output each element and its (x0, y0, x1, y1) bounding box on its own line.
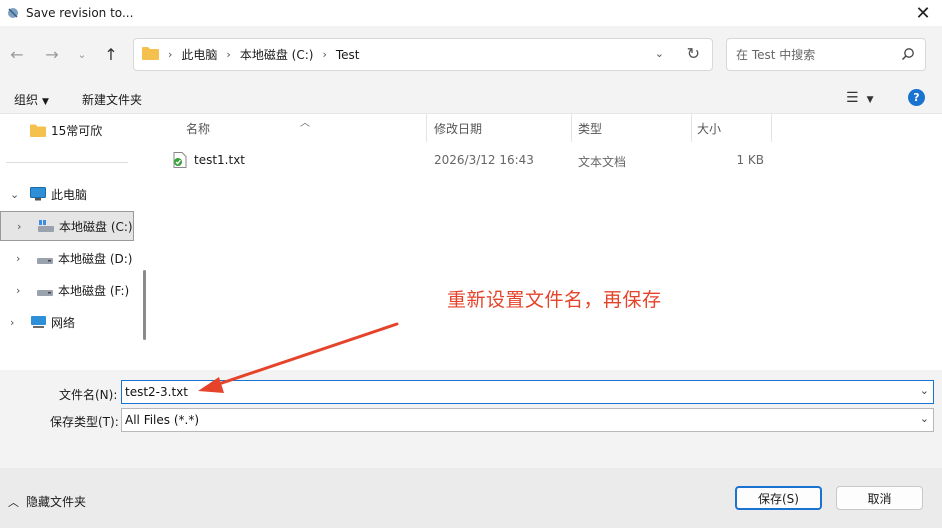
forward-arrow-icon[interactable]: → (40, 43, 64, 65)
dialog-footer: ︿ 隐藏文件夹 保存(S) 取消 (0, 468, 942, 528)
navigation-bar: ← → ⌄ ↑ › 此电脑 › 本地磁盘 (C:) › Test ⌄ ↻ (0, 26, 942, 82)
list-view-icon: ☰ (846, 90, 859, 106)
column-separator[interactable] (426, 114, 427, 142)
help-icon[interactable]: ? (908, 89, 925, 106)
sidebar-item-network[interactable]: › 网络 (0, 307, 134, 337)
app-icon (6, 6, 20, 20)
refresh-icon[interactable]: ↻ (687, 44, 700, 63)
column-separator[interactable] (771, 114, 772, 142)
address-dropdown-chevron-icon[interactable]: ⌄ (655, 47, 664, 60)
sidebar-divider (6, 162, 128, 163)
cancel-button[interactable]: 取消 (836, 486, 923, 510)
filename-combobox[interactable]: ⌄ (121, 380, 934, 404)
column-separator[interactable] (571, 114, 572, 142)
system-drive-icon (37, 219, 55, 233)
folder-icon (30, 124, 46, 137)
search-box[interactable] (726, 38, 926, 71)
file-modified: 2026/3/12 16:43 (434, 153, 534, 167)
folder-icon (142, 46, 159, 63)
save-button[interactable]: 保存(S) (735, 486, 822, 510)
organize-menu[interactable]: 组织 ▼ (14, 91, 49, 108)
address-bar[interactable]: › 此电脑 › 本地磁盘 (C:) › Test ⌄ ↻ (133, 38, 713, 71)
window-title: Save revision to... (26, 6, 134, 20)
view-options-button[interactable]: ☰ ▼ (846, 90, 873, 106)
file-row[interactable]: test1.txt 2026/3/12 16:43 文本文档 1 KB (171, 148, 791, 172)
breadcrumb-separator: › (322, 48, 327, 61)
column-header-size[interactable]: 大小 (697, 114, 721, 142)
organize-label: 组织 (14, 93, 39, 107)
chevron-right-icon[interactable]: › (16, 284, 20, 297)
file-list: ︿ 名称 修改日期 类型 大小 test1.txt 2026/3/12 16:4… (151, 114, 942, 370)
file-name: test1.txt (194, 153, 246, 167)
chevron-right-icon[interactable]: › (17, 220, 21, 233)
breadcrumb-drive-c[interactable]: 本地磁盘 (C:) (240, 46, 314, 63)
command-bar: 组织 ▼ 新建文件夹 ☰ ▼ ? (0, 82, 942, 114)
filetype-select[interactable]: All Files (*.*) ⌄ (121, 408, 934, 432)
breadcrumb-test[interactable]: Test (336, 48, 360, 62)
sidebar-item-label: 本地磁盘 (F:) (58, 283, 130, 298)
close-button[interactable]: ✕ (912, 2, 934, 24)
column-header-name[interactable]: 名称 (186, 114, 210, 142)
chevron-down-icon[interactable]: ⌄ (920, 412, 929, 425)
sidebar-item-pinned-folder[interactable]: 15常可欣 (0, 115, 134, 145)
sidebar-item-label: 网络 (51, 315, 76, 330)
computer-icon (30, 187, 46, 201)
sidebar-item-label: 15常可欣 (51, 123, 103, 138)
breadcrumb-separator: › (168, 48, 173, 61)
column-separator[interactable] (691, 114, 692, 142)
recent-locations-chevron-icon[interactable]: ⌄ (70, 43, 94, 65)
file-size: 1 KB (736, 153, 764, 167)
chevron-down-icon[interactable]: ⌄ (920, 384, 929, 397)
up-arrow-icon[interactable]: ↑ (99, 43, 123, 65)
breadcrumb-separator: › (226, 48, 231, 61)
navigation-pane: 15常可欣 ⌄ 此电脑 › 本地磁盘 (C:) › 本地磁盘 (D:) › 本地… (0, 114, 151, 370)
sidebar-item-label: 此电脑 (51, 187, 88, 202)
search-input[interactable] (736, 47, 896, 62)
sidebar-item-drive-f[interactable]: › 本地磁盘 (F:) (0, 275, 134, 305)
chevron-right-icon[interactable]: › (16, 252, 20, 265)
new-folder-button[interactable]: 新建文件夹 (82, 91, 142, 108)
caret-down-icon: ▼ (42, 97, 49, 107)
caret-down-icon: ▼ (866, 95, 874, 105)
network-icon (30, 315, 47, 329)
hide-folders-label: 隐藏文件夹 (26, 495, 87, 509)
chevron-right-icon[interactable]: › (10, 316, 14, 329)
chevron-down-icon[interactable]: ⌄ (10, 188, 19, 201)
search-icon[interactable] (901, 47, 915, 64)
hide-folders-toggle[interactable]: ︿ 隐藏文件夹 (8, 493, 86, 510)
drive-icon (36, 283, 54, 297)
filetype-label: 保存类型(T): (50, 415, 119, 429)
sort-ascending-icon: ︿ (300, 118, 310, 129)
sidebar-item-this-pc[interactable]: ⌄ 此电脑 (0, 179, 134, 209)
sidebar-item-label: 本地磁盘 (C:) (59, 219, 133, 234)
sidebar-item-drive-c[interactable]: › 本地磁盘 (C:) (0, 211, 134, 241)
text-file-icon (173, 152, 187, 171)
save-form: 文件名(N): ⌄ 保存类型(T): All Files (*.*) ⌄ (0, 370, 942, 468)
breadcrumb-this-pc[interactable]: 此电脑 (181, 46, 217, 63)
sidebar-item-drive-d[interactable]: › 本地磁盘 (D:) (0, 243, 134, 273)
file-type: 文本文档 (578, 155, 627, 169)
filename-label: 文件名(N): (59, 388, 118, 402)
back-arrow-icon[interactable]: ← (5, 43, 29, 65)
drive-icon (36, 251, 54, 265)
filename-input[interactable] (125, 385, 905, 399)
column-header-type[interactable]: 类型 (578, 114, 602, 142)
chevron-up-icon: ︿ (8, 495, 19, 509)
sidebar-item-label: 本地磁盘 (D:) (58, 251, 133, 266)
title-bar: Save revision to... ✕ (0, 0, 942, 26)
column-header-modified[interactable]: 修改日期 (434, 114, 482, 142)
filetype-value: All Files (*.*) (125, 413, 200, 427)
annotation-text: 重新设置文件名，再保存 (447, 289, 662, 311)
sidebar-scrollbar[interactable] (143, 270, 146, 340)
